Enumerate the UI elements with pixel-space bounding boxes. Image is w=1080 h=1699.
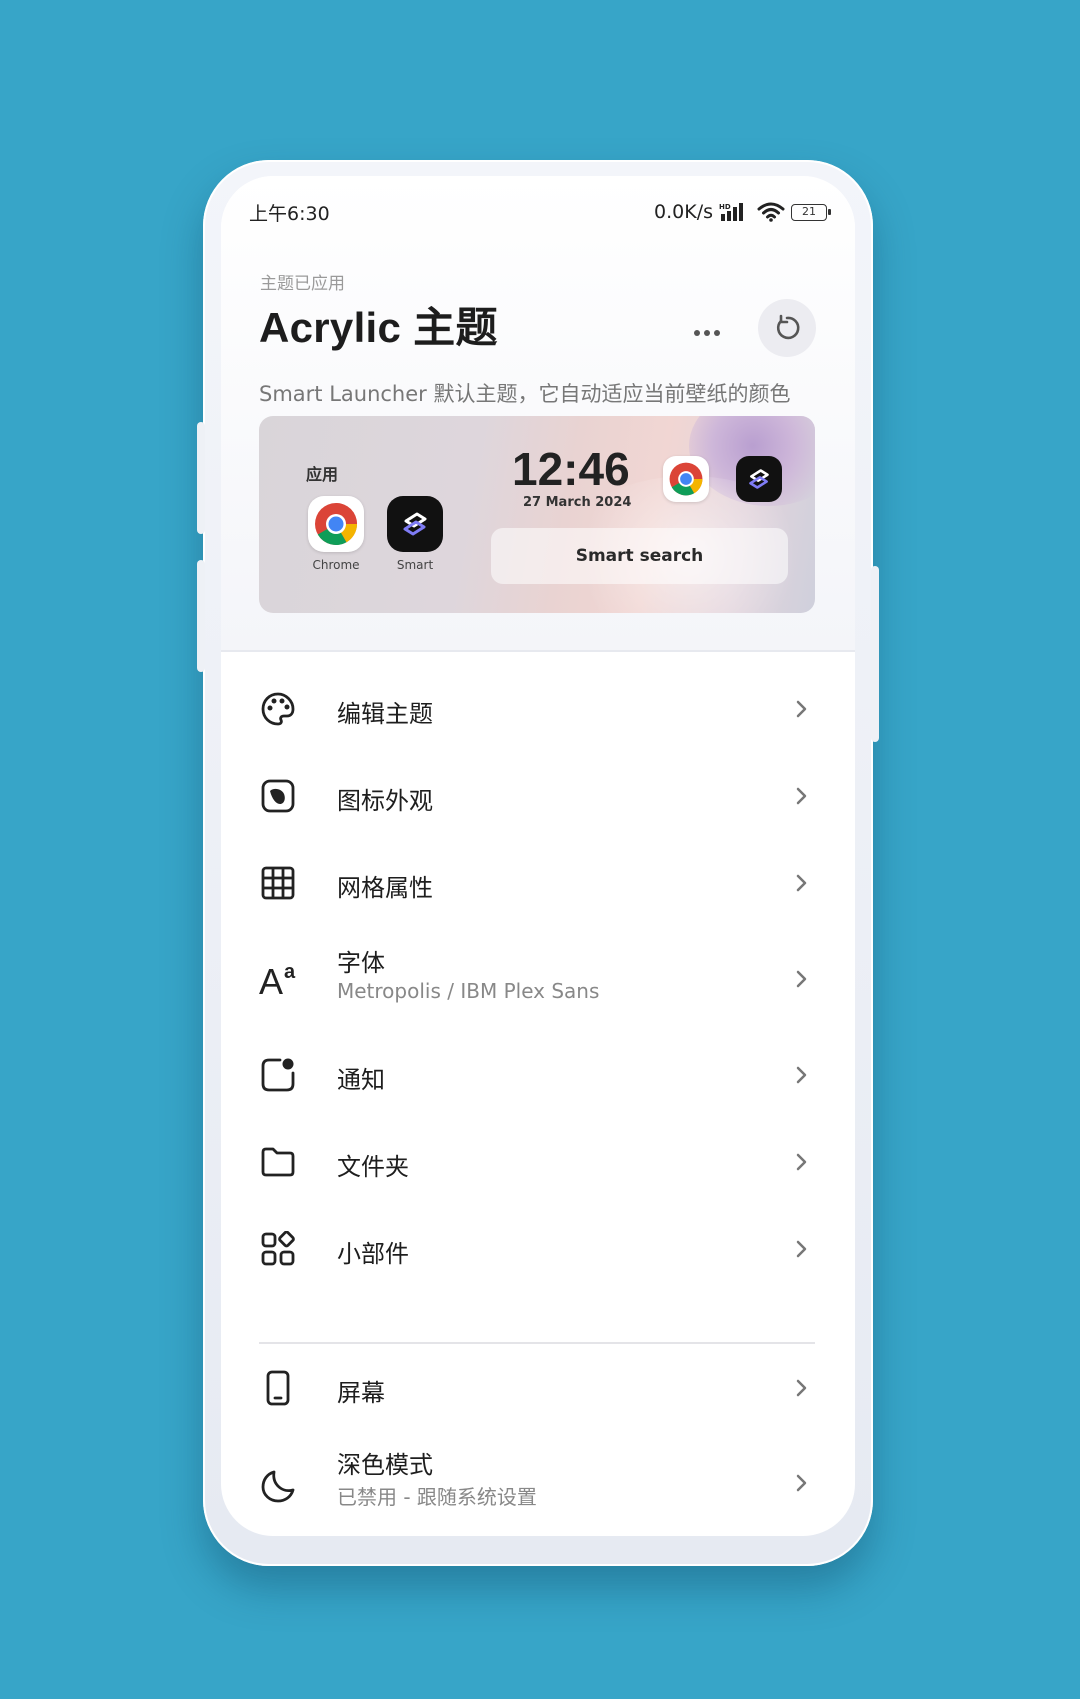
palette-icon	[259, 690, 297, 728]
svg-text:A: A	[259, 961, 283, 998]
chevron-right-icon	[796, 1153, 807, 1171]
more-options-button[interactable]	[689, 318, 725, 348]
chevron-right-icon	[796, 1474, 807, 1492]
grid-icon	[259, 864, 297, 902]
preview-app-label: Chrome	[312, 558, 360, 572]
volume-button	[197, 560, 205, 672]
preview-clock: 12:46	[512, 443, 630, 495]
more-dot-icon	[694, 330, 700, 336]
more-dot-icon	[704, 330, 710, 336]
wifi-icon	[757, 202, 785, 222]
menu-item-grid-properties[interactable]: 网格属性	[221, 840, 855, 926]
more-dot-icon	[714, 330, 720, 336]
chevron-right-icon	[796, 1066, 807, 1084]
menu-item-font[interactable]: A a 字体 Metropolis / IBM Plex Sans	[221, 927, 855, 1031]
svg-text:HD: HD	[719, 203, 731, 211]
font-icon: A a	[259, 959, 303, 998]
menu-item-label: 屏幕	[337, 1379, 385, 1407]
preview-app-label: Smart	[396, 558, 434, 572]
preview-apps-label: 应用	[306, 465, 339, 484]
power-button	[871, 566, 879, 742]
widgets-icon	[259, 1230, 297, 1268]
chevron-right-icon	[796, 1240, 807, 1258]
refresh-icon	[776, 314, 800, 340]
status-time: 上午6:30	[249, 202, 330, 225]
screen: 上午6:30 0.0K/s HD 21 主题已应用 Acrylic 主题 Sma…	[221, 176, 855, 1536]
chevron-right-icon	[796, 1379, 807, 1397]
theme-applied-label: 主题已应用	[260, 274, 345, 294]
svg-text:a: a	[284, 961, 296, 983]
page-title: Acrylic 主题	[259, 304, 498, 351]
menu-item-dark-mode[interactable]: 深色模式 已禁用 - 跟随系统设置	[221, 1431, 855, 1535]
chevron-right-icon	[796, 874, 807, 892]
icon-shape-icon	[259, 777, 297, 815]
chevron-right-icon	[796, 700, 807, 718]
volume-button	[197, 422, 205, 534]
theme-preview[interactable]: 应用 Chrome Smart 12:46 27 March 2024 Smar…	[259, 416, 815, 613]
menu-item-label: 编辑主题	[337, 700, 433, 728]
menu-item-label: 小部件	[337, 1240, 409, 1268]
moon-icon	[259, 1467, 297, 1505]
menu-item-label: 字体	[337, 949, 385, 977]
signal-icon: HD	[719, 203, 743, 221]
menu-item-value: 已禁用 - 跟随系统设置	[337, 1485, 537, 1509]
menu-item-edit-theme[interactable]: 编辑主题	[221, 666, 855, 752]
notification-badge-icon	[259, 1056, 297, 1094]
chevron-right-icon	[796, 787, 807, 805]
menu-item-value: Metropolis / IBM Plex Sans	[337, 979, 600, 1003]
menu-item-icon-appearance[interactable]: 图标外观	[221, 753, 855, 839]
status-bar: 上午6:30 0.0K/s HD 21	[249, 192, 831, 232]
preview-search-bar: Smart search	[491, 528, 788, 584]
menu-item-label: 文件夹	[337, 1153, 409, 1181]
status-indicators: 0.0K/s HD 21	[654, 201, 831, 223]
theme-description: Smart Launcher 默认主题，它自动适应当前壁纸的颜色	[259, 382, 791, 406]
menu-item-folders[interactable]: 文件夹	[221, 1119, 855, 1205]
menu-item-widgets[interactable]: 小部件	[221, 1206, 855, 1292]
theme-header: 上午6:30 0.0K/s HD 21 主题已应用 Acrylic 主题 Sma…	[221, 176, 855, 652]
folder-icon	[259, 1143, 297, 1181]
chevron-right-icon	[796, 970, 807, 988]
menu-item-label: 深色模式	[337, 1451, 433, 1479]
phone-frame: 上午6:30 0.0K/s HD 21 主题已应用 Acrylic 主题 Sma…	[197, 160, 879, 1566]
menu-item-label: 网格属性	[337, 874, 433, 902]
battery-icon: 21	[791, 203, 831, 221]
section-divider	[259, 1342, 815, 1344]
menu-item-label: 图标外观	[337, 787, 433, 815]
menu-item-notifications[interactable]: 通知	[221, 1032, 855, 1118]
menu-item-screen[interactable]: 屏幕	[221, 1345, 855, 1431]
reset-theme-button[interactable]	[758, 299, 816, 357]
network-speed: 0.0K/s	[654, 201, 713, 223]
smart-launcher-icon	[387, 496, 443, 552]
menu-item-label: 通知	[337, 1066, 385, 1094]
phone-icon	[259, 1369, 297, 1407]
preview-date: 27 March 2024	[523, 495, 632, 510]
smart-launcher-icon	[736, 456, 782, 502]
chrome-icon	[663, 456, 709, 502]
chrome-icon	[308, 496, 364, 552]
